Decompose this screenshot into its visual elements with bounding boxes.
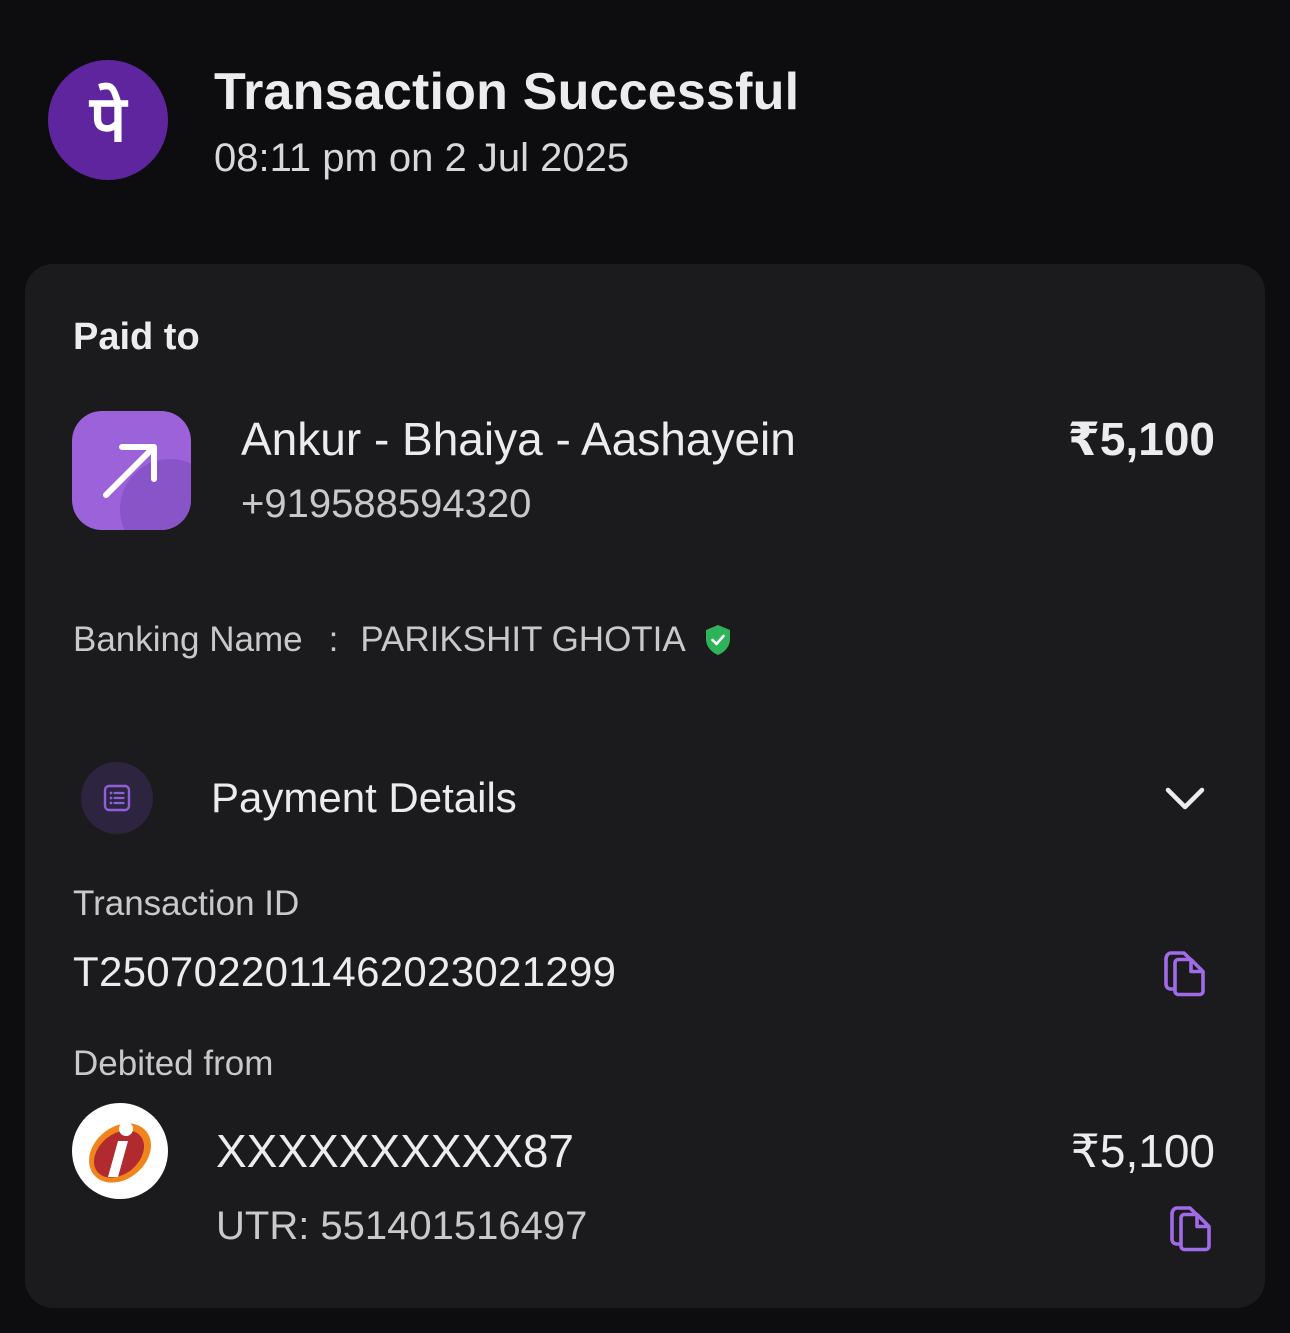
payee-phone: +919588594320 xyxy=(241,482,532,526)
verified-shield-icon xyxy=(704,624,732,656)
paid-amount: ₹5,100 xyxy=(1067,413,1215,465)
payment-details-toggle[interactable]: Payment Details xyxy=(211,774,517,822)
transaction-id-label: Transaction ID xyxy=(73,884,300,923)
icici-bank-logo xyxy=(72,1103,168,1199)
paid-to-label: Paid to xyxy=(73,316,200,358)
debited-from-label: Debited from xyxy=(73,1044,274,1083)
banking-name-label: Banking Name xyxy=(73,620,303,659)
transaction-header: पे Transaction Successful 08:11 pm on 2 … xyxy=(0,0,1290,250)
debit-amount: ₹5,100 xyxy=(1070,1125,1215,1177)
copy-transaction-id-icon[interactable] xyxy=(1162,948,1208,998)
chevron-down-icon[interactable] xyxy=(1163,782,1207,816)
payee-name: Ankur - Bhaiya - Aashayein xyxy=(241,413,796,465)
phonepe-logo: पे xyxy=(48,60,168,180)
status-title: Transaction Successful xyxy=(214,63,800,121)
payee-avatar xyxy=(72,411,191,530)
receipt-list-icon[interactable] xyxy=(81,762,153,834)
banking-name-value: PARIKSHIT GHOTIA xyxy=(360,620,686,659)
arrow-up-right-icon xyxy=(103,444,157,498)
transaction-id-value: T2507022011462023021299 xyxy=(73,948,617,995)
phonepe-logo-glyph: पे xyxy=(89,83,127,157)
transaction-timestamp: 08:11 pm on 2 Jul 2025 xyxy=(214,136,630,180)
debit-account-number: XXXXXXXXXX87 xyxy=(216,1125,574,1177)
banking-name-separator: : xyxy=(328,620,339,659)
transaction-card: Paid to Ankur - Bhaiya - Aashayein +9195… xyxy=(25,264,1265,1308)
banking-name-row: Banking Name : PARIKSHIT GHOTIA xyxy=(73,620,732,660)
copy-utr-icon[interactable] xyxy=(1168,1203,1214,1253)
utr-number: UTR: 551401516497 xyxy=(216,1204,588,1248)
